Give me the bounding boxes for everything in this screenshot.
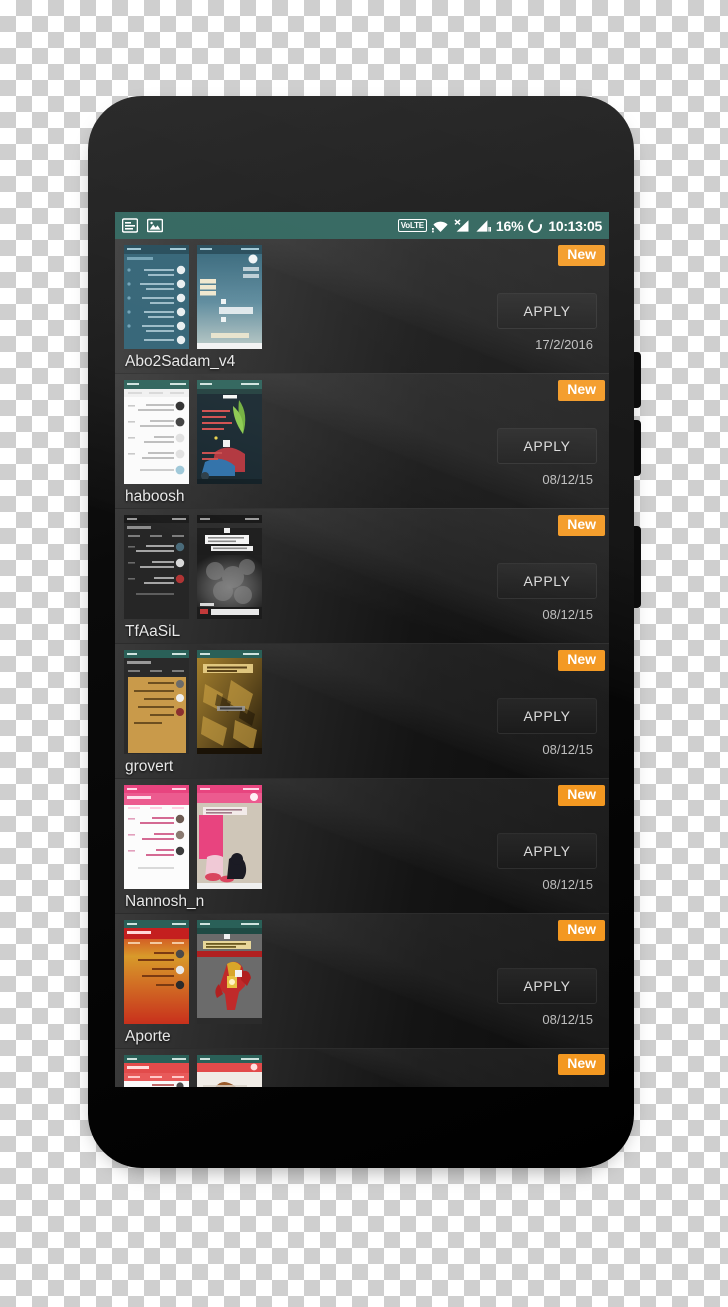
status-badge-new: New [558, 920, 605, 941]
list-item[interactable]: New APPLY 08/12/15 TfAaSiL [115, 509, 609, 644]
status-bar-notifications [121, 218, 164, 233]
theme-thumbnail-chatlist[interactable] [124, 380, 189, 484]
wifi-icon [431, 219, 449, 233]
signal-no-service-icon [454, 218, 470, 233]
theme-name: haboosh [125, 488, 185, 505]
phone-body: VoLTE 16% 10:13:05 New APPLY 17/2/2016 A… [88, 96, 634, 1168]
list-item[interactable]: New APPLY 08/12/15 grovert [115, 644, 609, 779]
theme-name: Aporte [125, 1028, 171, 1045]
theme-date: 08/12/15 [542, 472, 593, 487]
signal-bars-icon [475, 219, 491, 233]
theme-thumbnail-chatlist[interactable] [124, 650, 189, 754]
apply-button[interactable]: APPLY [497, 968, 597, 1004]
status-badge-new: New [558, 1054, 605, 1075]
apply-button[interactable]: APPLY [497, 563, 597, 599]
theme-thumbnail-chatview[interactable] [197, 515, 262, 619]
theme-thumbnail-chatview[interactable] [197, 245, 262, 349]
theme-thumbnail-chatview[interactable] [197, 920, 262, 1024]
theme-name: Abo2Sadam_v4 [125, 353, 236, 370]
theme-thumbnails[interactable] [124, 920, 262, 1024]
theme-thumbnail-chatlist[interactable] [124, 1055, 189, 1087]
theme-thumbnail-chatlist[interactable] [124, 920, 189, 1024]
theme-date: 17/2/2016 [535, 337, 593, 352]
theme-thumbnail-chatlist[interactable] [124, 515, 189, 619]
image-notification-icon [146, 218, 164, 233]
theme-thumbnails[interactable] [124, 245, 262, 349]
theme-thumbnails[interactable] [124, 1055, 262, 1087]
phone-mockup: VoLTE 16% 10:13:05 New APPLY 17/2/2016 A… [88, 96, 641, 1170]
apply-button[interactable]: APPLY [497, 293, 597, 329]
phone-screen: VoLTE 16% 10:13:05 New APPLY 17/2/2016 A… [115, 212, 609, 1087]
theme-thumbnails[interactable] [124, 650, 262, 754]
theme-thumbnail-chatview[interactable] [197, 650, 262, 754]
status-badge-new: New [558, 380, 605, 401]
theme-thumbnail-chatview[interactable] [197, 785, 262, 889]
volte-badge: VoLTE [397, 219, 427, 232]
theme-list[interactable]: New APPLY 17/2/2016 Abo2Sadam_v4 New APP… [115, 239, 609, 1087]
theme-thumbnail-chatlist[interactable] [124, 785, 189, 889]
list-item[interactable]: New [115, 1049, 609, 1087]
theme-name: grovert [125, 758, 174, 775]
status-bar-indicators: VoLTE 16% 10:13:05 [397, 216, 602, 235]
apply-button[interactable]: APPLY [497, 833, 597, 869]
theme-date: 08/12/15 [542, 742, 593, 757]
list-item[interactable]: New APPLY 17/2/2016 Abo2Sadam_v4 [115, 239, 609, 374]
theme-name: Nannosh_n [125, 893, 205, 910]
theme-thumbnail-chatlist[interactable] [124, 245, 189, 349]
theme-name: TfAaSiL [125, 623, 181, 640]
theme-date: 08/12/15 [542, 607, 593, 622]
theme-date: 08/12/15 [542, 877, 593, 892]
list-item[interactable]: New APPLY 08/12/15 haboosh [115, 374, 609, 509]
status-bar-clock: 10:13:05 [548, 217, 602, 234]
apply-button[interactable]: APPLY [497, 428, 597, 464]
theme-thumbnail-chatview[interactable] [197, 380, 262, 484]
battery-ring-icon [525, 216, 545, 235]
list-notification-icon [121, 218, 139, 233]
theme-date: 08/12/15 [542, 1012, 593, 1027]
status-badge-new: New [558, 650, 605, 671]
theme-thumbnails[interactable] [124, 515, 262, 619]
theme-thumbnails[interactable] [124, 785, 262, 889]
list-item[interactable]: New APPLY 08/12/15 Nannosh_n [115, 779, 609, 914]
status-badge-new: New [558, 515, 605, 536]
list-item[interactable]: New APPLY 08/12/15 Aporte [115, 914, 609, 1049]
status-badge-new: New [558, 785, 605, 806]
status-bar: VoLTE 16% 10:13:05 [115, 212, 609, 239]
status-badge-new: New [558, 245, 605, 266]
theme-thumbnails[interactable] [124, 380, 262, 484]
battery-percent-label: 16% [495, 217, 524, 234]
theme-thumbnail-chatview[interactable] [197, 1055, 262, 1087]
apply-button[interactable]: APPLY [497, 698, 597, 734]
